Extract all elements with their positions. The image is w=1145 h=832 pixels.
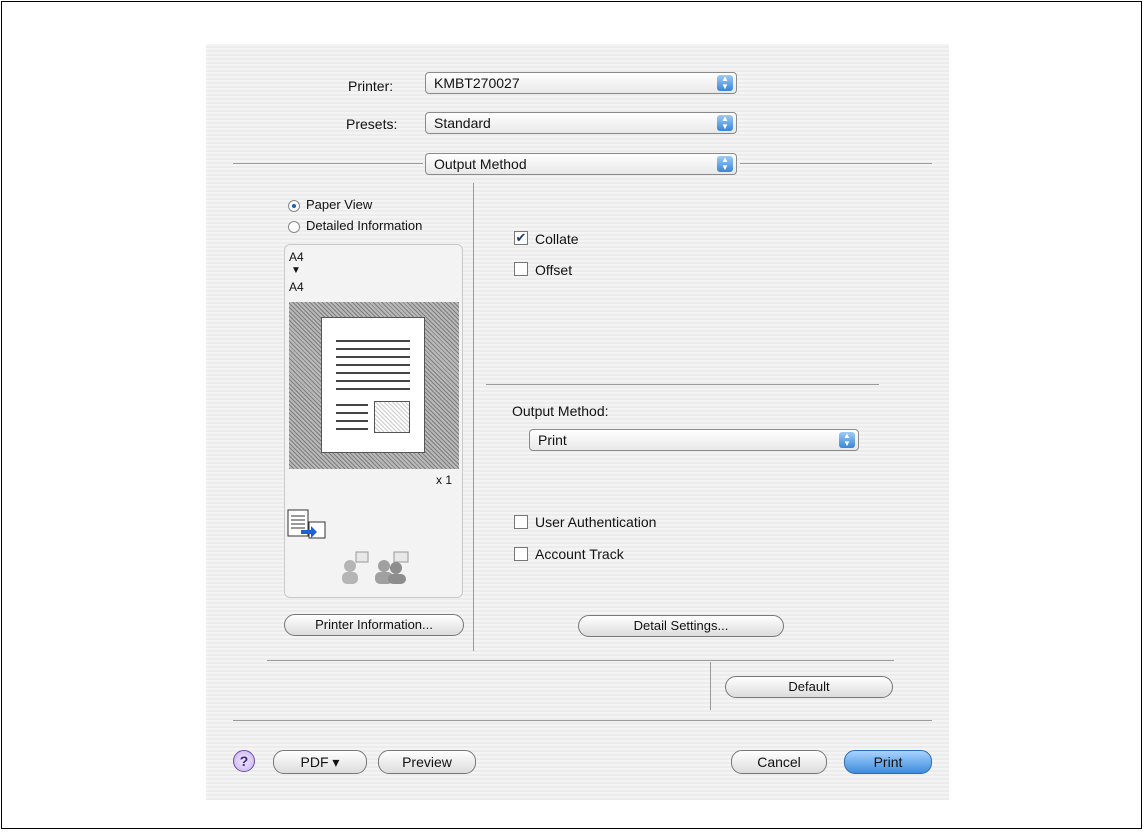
down-arrow-icon: ▼ xyxy=(291,265,301,276)
presets-label: Presets: xyxy=(346,116,398,132)
panel-select[interactable]: Output Method ▲ ▼ xyxy=(425,153,737,175)
default-button[interactable]: Default xyxy=(725,676,893,698)
cancel-button[interactable]: Cancel xyxy=(731,750,827,774)
output-paper-size: A4 xyxy=(289,280,304,294)
separator-line xyxy=(233,163,423,164)
separator-line xyxy=(267,660,894,661)
pdf-menu-button[interactable]: PDF ▾ xyxy=(273,750,367,774)
output-method-label: Output Method: xyxy=(512,403,609,419)
input-paper-size: A4 xyxy=(289,250,304,264)
help-button[interactable]: ? xyxy=(233,750,255,772)
preview-button[interactable]: Preview xyxy=(378,750,476,774)
image-placeholder-icon xyxy=(374,401,410,433)
popup-arrows-icon: ▲ ▼ xyxy=(717,75,733,91)
account-track-checkbox[interactable] xyxy=(514,547,528,561)
separator-line xyxy=(740,163,932,164)
detailed-information-radio[interactable] xyxy=(288,221,300,233)
print-button[interactable]: Print xyxy=(844,750,932,774)
presets-select[interactable]: Standard ▲ ▼ xyxy=(425,112,737,134)
panel-divider xyxy=(473,183,474,651)
page-preview xyxy=(321,317,425,453)
popup-arrows-icon: ▲ ▼ xyxy=(717,156,733,172)
paper-view-radio[interactable] xyxy=(288,200,300,212)
offset-checkbox[interactable] xyxy=(514,262,528,276)
account-track-label: Account Track xyxy=(535,546,624,562)
popup-arrows-icon: ▲ ▼ xyxy=(717,115,733,131)
separator-line xyxy=(233,720,932,721)
collate-checkbox[interactable]: ✔ xyxy=(514,231,528,245)
presets-select-value: Standard xyxy=(434,115,491,131)
user-authentication-checkbox[interactable] xyxy=(514,515,528,529)
printer-label: Printer: xyxy=(348,78,394,94)
copies-count: x 1 xyxy=(436,473,453,487)
user-authentication-label: User Authentication xyxy=(535,514,657,530)
users-icon xyxy=(342,551,409,584)
panel-select-value: Output Method xyxy=(434,156,527,172)
output-tray-icon xyxy=(287,509,326,539)
separator-line xyxy=(486,384,879,385)
printer-information-button[interactable]: Printer Information... xyxy=(284,614,464,636)
collate-label: Collate xyxy=(535,231,579,247)
output-method-select-value: Print xyxy=(538,432,567,448)
popup-arrows-icon: ▲ ▼ xyxy=(839,432,855,448)
offset-label: Offset xyxy=(535,262,573,278)
detail-settings-button[interactable]: Detail Settings... xyxy=(578,615,784,637)
default-divider xyxy=(710,662,711,710)
printer-select-value: KMBT270027 xyxy=(434,75,520,91)
paper-view-label: Paper View xyxy=(306,197,373,212)
detailed-information-label: Detailed Information xyxy=(306,218,423,233)
output-method-select[interactable]: Print ▲ ▼ xyxy=(529,429,859,451)
printer-select[interactable]: KMBT270027 ▲ ▼ xyxy=(425,72,737,94)
